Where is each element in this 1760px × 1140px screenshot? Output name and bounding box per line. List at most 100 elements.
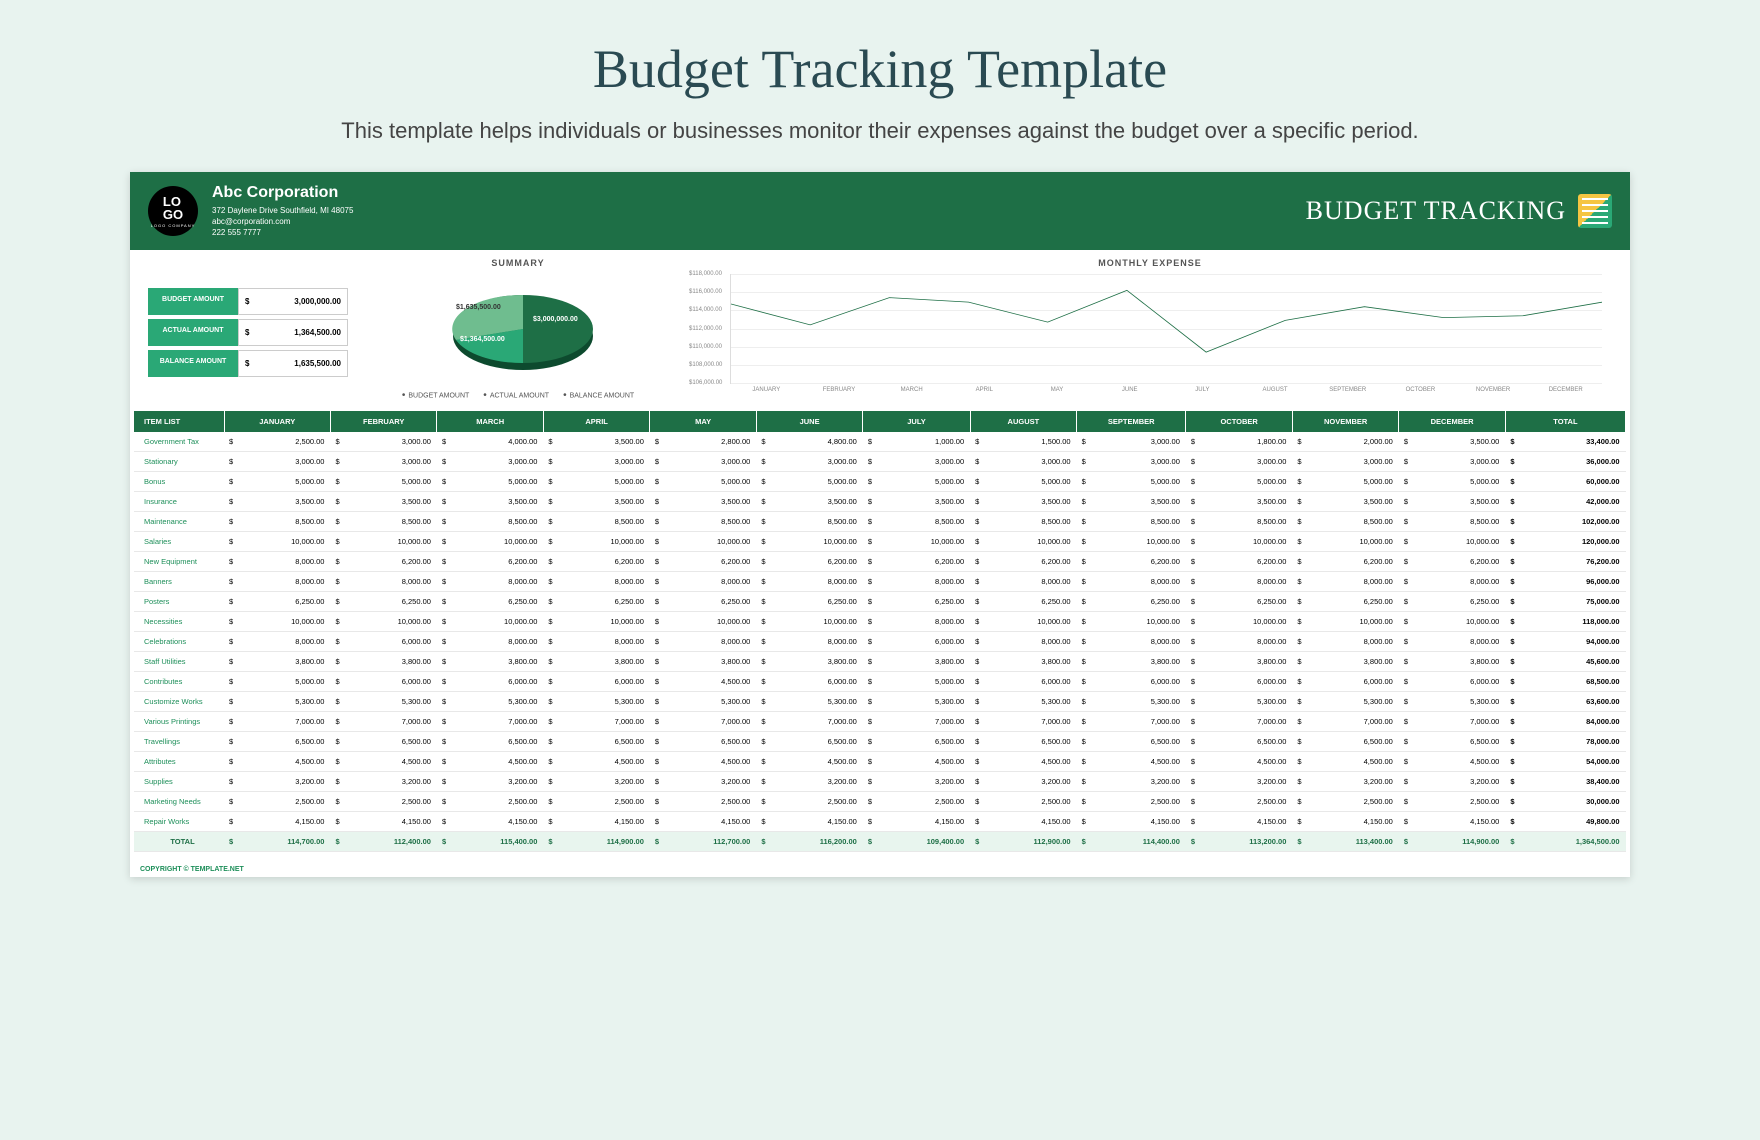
value-cell: $3,200.00	[1292, 772, 1398, 792]
col-total-cell: $112,700.00	[650, 832, 756, 852]
row-total-cell: $94,000.00	[1505, 632, 1625, 652]
value-cell: $10,000.00	[650, 532, 756, 552]
value-cell: $6,000.00	[863, 632, 970, 652]
legend-budget: BUDGET AMOUNT	[402, 390, 469, 401]
value-cell: $5,000.00	[224, 672, 330, 692]
value-cell: $3,200.00	[756, 772, 862, 792]
x-tick: JUNE	[1093, 384, 1166, 393]
value-cell: $6,500.00	[437, 732, 543, 752]
value-cell: $5,300.00	[330, 692, 436, 712]
row-total-cell: $68,500.00	[1505, 672, 1625, 692]
value-cell: $8,500.00	[863, 512, 970, 532]
logo-text: LOGO	[163, 195, 183, 221]
x-tick: JULY	[1166, 384, 1239, 393]
value-cell: $6,500.00	[1077, 732, 1186, 752]
item-cell: Contributes	[134, 672, 224, 692]
item-cell: Attributes	[134, 752, 224, 772]
value-cell: $8,000.00	[1186, 632, 1292, 652]
value-cell: $3,500.00	[970, 492, 1076, 512]
value-cell: $3,800.00	[970, 652, 1076, 672]
value-cell: $3,000.00	[1399, 452, 1505, 472]
col-header: AUGUST	[970, 411, 1076, 432]
line-chart: $118,000.00$116,000.00$114,000.00$112,00…	[730, 274, 1602, 384]
value-cell: $6,500.00	[1399, 732, 1505, 752]
value-cell: $4,150.00	[437, 812, 543, 832]
value-cell: $6,200.00	[1292, 552, 1398, 572]
value-cell: $3,000.00	[1077, 452, 1186, 472]
value-cell: $3,800.00	[756, 652, 862, 672]
value-cell: $6,000.00	[1077, 672, 1186, 692]
value-cell: $3,000.00	[330, 452, 436, 472]
budget-label: BUDGET AMOUNT	[148, 288, 238, 315]
value-cell: $10,000.00	[543, 532, 649, 552]
table-row: Insurance$3,500.00$3,500.00$3,500.00$3,5…	[134, 492, 1626, 512]
value-cell: $8,000.00	[756, 632, 862, 652]
value-cell: $6,250.00	[863, 592, 970, 612]
x-tick: JANUARY	[730, 384, 803, 393]
value-cell: $6,500.00	[1186, 732, 1292, 752]
value-cell: $6,200.00	[650, 552, 756, 572]
value-cell: $6,200.00	[863, 552, 970, 572]
spreadsheet-icon	[1578, 194, 1612, 228]
value-cell: $3,500.00	[1077, 492, 1186, 512]
value-cell: $8,500.00	[330, 512, 436, 532]
y-tick: $108,000.00	[689, 362, 722, 368]
value-cell: $6,200.00	[756, 552, 862, 572]
value-cell: $3,500.00	[543, 492, 649, 512]
value-cell: $3,200.00	[650, 772, 756, 792]
pie-legend: BUDGET AMOUNT ACTUAL AMOUNT BALANCE AMOU…	[368, 390, 668, 401]
value-cell: $6,500.00	[1292, 732, 1398, 752]
item-cell: Customize Works	[134, 692, 224, 712]
value-cell: $10,000.00	[863, 532, 970, 552]
y-tick: $106,000.00	[689, 380, 722, 386]
value-cell: $7,000.00	[1186, 712, 1292, 732]
value-cell: $3,000.00	[1186, 452, 1292, 472]
col-header: APRIL	[543, 411, 649, 432]
item-cell: Salaries	[134, 532, 224, 552]
col-total-cell: $114,400.00	[1077, 832, 1186, 852]
value-cell: $4,150.00	[1077, 812, 1186, 832]
value-cell: $7,000.00	[1077, 712, 1186, 732]
value-cell: $10,000.00	[330, 532, 436, 552]
value-cell: $10,000.00	[650, 612, 756, 632]
x-tick: AUGUST	[1239, 384, 1312, 393]
value-cell: $8,500.00	[224, 512, 330, 532]
value-cell: $7,000.00	[970, 712, 1076, 732]
value-cell: $5,000.00	[330, 472, 436, 492]
expense-table-wrap: ITEM LISTJANUARYFEBRUARYMARCHAPRILMAYJUN…	[130, 405, 1630, 862]
sheet-header: LOGO LOGO COMPANY Abc Corporation 372 Da…	[130, 172, 1630, 250]
total-label-cell: TOTAL	[134, 832, 224, 852]
value-cell: $8,000.00	[543, 572, 649, 592]
value-cell: $2,500.00	[330, 792, 436, 812]
col-header: MAY	[650, 411, 756, 432]
col-total-cell: $112,400.00	[330, 832, 436, 852]
value-cell: $10,000.00	[224, 612, 330, 632]
item-cell: Stationary	[134, 452, 224, 472]
value-cell: $5,000.00	[756, 472, 862, 492]
value-cell: $5,300.00	[1077, 692, 1186, 712]
row-total-cell: $42,000.00	[1505, 492, 1625, 512]
value-cell: $8,000.00	[863, 572, 970, 592]
value-cell: $10,000.00	[756, 532, 862, 552]
value-cell: $3,800.00	[1186, 652, 1292, 672]
value-cell: $4,150.00	[970, 812, 1076, 832]
y-tick: $116,000.00	[689, 289, 722, 295]
value-cell: $8,500.00	[437, 512, 543, 532]
value-cell: $8,000.00	[970, 632, 1076, 652]
value-cell: $5,300.00	[650, 692, 756, 712]
value-cell: $5,000.00	[224, 472, 330, 492]
value-cell: $3,200.00	[970, 772, 1076, 792]
col-header: JANUARY	[224, 411, 330, 432]
value-cell: $3,800.00	[650, 652, 756, 672]
x-tick: MAY	[1021, 384, 1094, 393]
company-phone: 222 555 7777	[212, 227, 1306, 238]
legend-actual: ACTUAL AMOUNT	[483, 390, 549, 401]
value-cell: $3,800.00	[224, 652, 330, 672]
table-row: Marketing Needs$2,500.00$2,500.00$2,500.…	[134, 792, 1626, 812]
x-tick: SEPTEMBER	[1311, 384, 1384, 393]
value-cell: $4,150.00	[863, 812, 970, 832]
value-cell: $10,000.00	[970, 532, 1076, 552]
y-tick: $118,000.00	[689, 271, 722, 277]
value-cell: $5,000.00	[437, 472, 543, 492]
value-cell: $3,800.00	[330, 652, 436, 672]
